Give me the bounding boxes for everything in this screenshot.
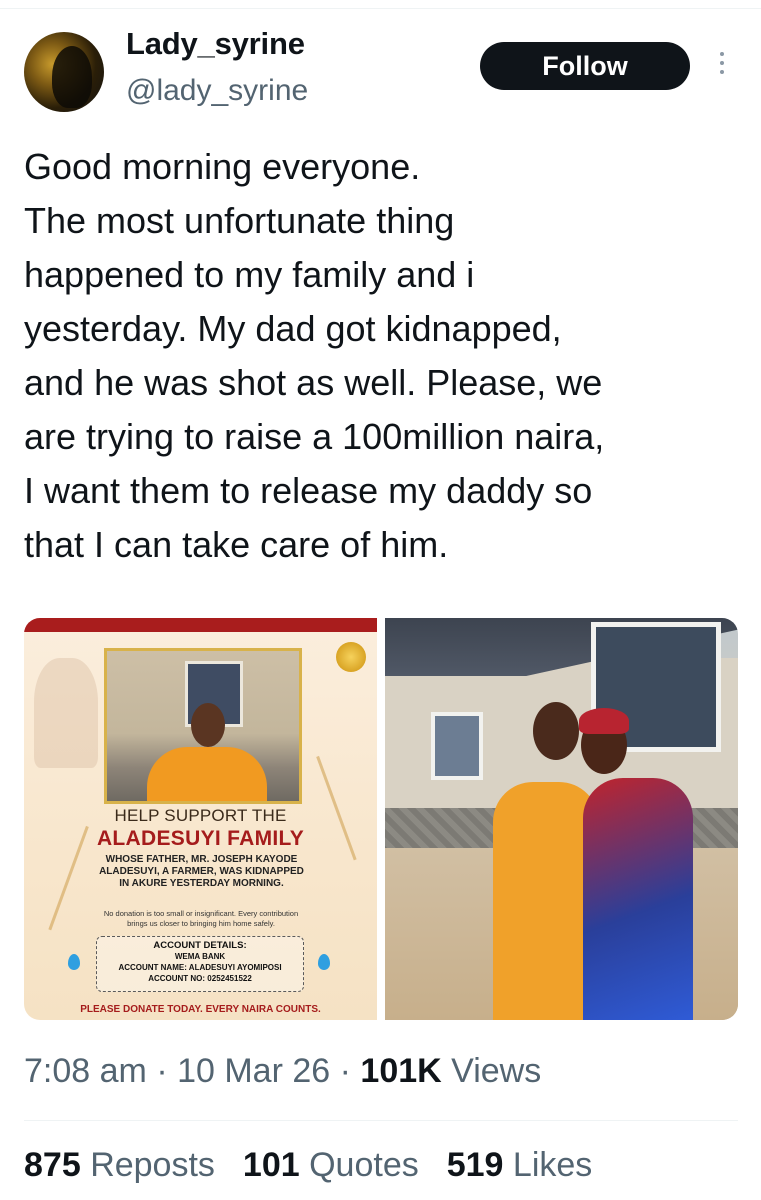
flyer-heading: HELP SUPPORT THE (114, 806, 287, 825)
flyer-top-bar (24, 618, 377, 632)
reposts-label: Reposts (90, 1146, 215, 1184)
man-head-shape (533, 702, 579, 760)
family-photo-image[interactable] (385, 618, 738, 1020)
window-shape (431, 712, 483, 780)
flyer-portrait-photo (104, 648, 302, 804)
headwrap-shape (579, 708, 629, 734)
water-drop-icon (68, 954, 80, 970)
tweet-line: are trying to raise a 100million naira, (24, 416, 605, 457)
tweet-media: HELP SUPPORT THE ALADESUYI FAMILY WHOSE … (24, 618, 738, 1020)
separator: · (339, 1052, 351, 1090)
flyer-footer: PLEASE DONATE TODAY. EVERY NAIRA COUNTS. (80, 1004, 321, 1015)
flyer-note-line: No donation is too small or insignifican… (103, 909, 299, 918)
tweet-line: I want them to release my daddy so (24, 470, 593, 511)
reposts-count: 875 (24, 1146, 81, 1184)
tweet-line: Good morning everyone. (24, 146, 421, 187)
quotes-count: 101 (242, 1146, 300, 1184)
person-shape (147, 747, 267, 801)
likes-stat[interactable]: 519 Likes (447, 1146, 593, 1185)
account-details-box: ACCOUNT DETAILS: WEMA BANK ACCOUNT NAME:… (96, 936, 304, 992)
tweet-line: that I can take care of him. (24, 524, 449, 565)
quotes-stat[interactable]: 101 Quotes (243, 1146, 419, 1185)
reposts-stat[interactable]: 875 Reposts (24, 1146, 215, 1185)
account-number: ACCOUNT NO: 0252451522 (148, 974, 252, 983)
author-handle[interactable]: @lady_syrine (126, 74, 308, 108)
views-label: Views (451, 1052, 542, 1090)
tweet-date[interactable]: 10 Mar 26 (177, 1052, 330, 1090)
tweet-line: yesterday. My dad got kidnapped, (24, 308, 562, 349)
flyer-note: No donation is too small or insignifican… (66, 909, 336, 929)
account-name: ACCOUNT NAME: ALADESUYI AYOMIPOSI (118, 963, 282, 972)
top-divider (0, 8, 761, 9)
tweet-meta: 7:08 am · 10 Mar 26 · 101K Views (24, 1052, 541, 1091)
flyer-note-line: brings us closer to bringing him home sa… (127, 919, 275, 928)
praying-hands-graphic (34, 658, 98, 768)
tweet-line: happened to my family and i (24, 254, 475, 295)
separator: · (156, 1052, 168, 1090)
account-title: ACCOUNT DETAILS: (153, 940, 247, 951)
flyer-family-name: ALADESUYI FAMILY (96, 827, 305, 850)
flyer-body: WHOSE FATHER, MR. JOSEPH KAYODE ALADESUY… (74, 854, 329, 890)
person-head-shape (191, 703, 225, 747)
account-bank: WEMA BANK (174, 952, 226, 961)
flyer-body-line: IN AKURE YESTERDAY MORNING. (119, 878, 284, 889)
fundraiser-flyer-image[interactable]: HELP SUPPORT THE ALADESUYI FAMILY WHOSE … (24, 618, 377, 1020)
author-display-name[interactable]: Lady_syrine (126, 26, 305, 62)
likes-label: Likes (512, 1146, 593, 1184)
more-vertical-icon[interactable] (714, 52, 730, 82)
views-count: 101K (360, 1052, 442, 1090)
tweet-line: and he was shot as well. Please, we (24, 362, 603, 403)
divider (24, 1120, 738, 1121)
water-drop-icon (318, 954, 330, 970)
quotes-label: Quotes (309, 1146, 419, 1184)
woman-shape (583, 778, 693, 1020)
tweet-stats: 875 Reposts 101 Quotes 519 Likes (24, 1146, 592, 1185)
flyer-body-line: ALADESUYI, A FARMER, WAS KIDNAPPED (99, 866, 304, 877)
follow-button[interactable]: Follow (480, 42, 690, 90)
tweet-text: Good morning everyone. The most unfortun… (24, 140, 744, 572)
seal-badge-icon (336, 642, 366, 672)
tweet-line: The most unfortunate thing (24, 200, 455, 241)
likes-count: 519 (446, 1146, 504, 1184)
flyer-body-line: WHOSE FATHER, MR. JOSEPH KAYODE (105, 854, 298, 865)
avatar[interactable] (24, 32, 104, 112)
tweet-time[interactable]: 7:08 am (24, 1052, 147, 1090)
